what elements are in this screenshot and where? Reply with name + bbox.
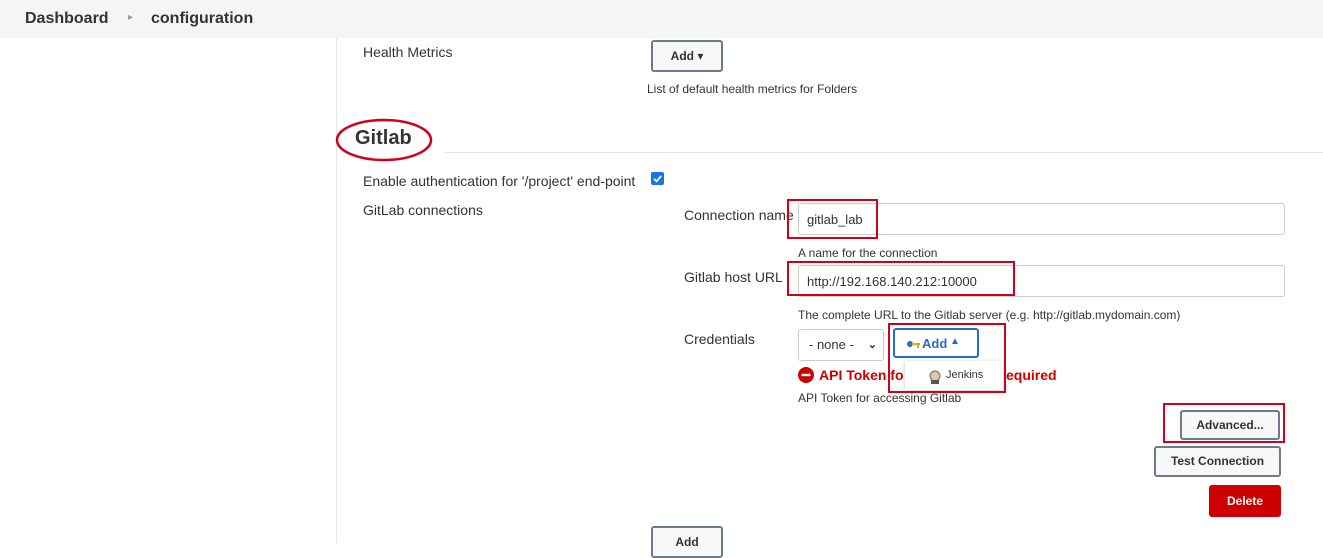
section-divider [444, 152, 1323, 153]
credentials-label: Credentials [684, 331, 755, 347]
enable-auth-label: Enable authentication for '/project' end… [363, 173, 636, 189]
enable-auth-checkbox[interactable] [651, 172, 664, 185]
connection-name-label: Connection name [684, 207, 794, 223]
token-help: API Token for accessing Gitlab [798, 391, 962, 405]
host-url-help: The complete URL to the Gitlab server (e… [798, 308, 1181, 322]
breadcrumb-separator-icon: ▸ [128, 12, 134, 23]
delete-button[interactable]: Delete [1209, 485, 1281, 517]
gitlab-title-annotation-ellipse [335, 118, 433, 162]
sidebar-divider [336, 38, 337, 543]
error-icon [798, 367, 814, 383]
connection-name-help: A name for the connection [798, 246, 938, 260]
advanced-annotation-box [1163, 403, 1285, 443]
health-metrics-label: Health Metrics [363, 44, 453, 60]
chevron-down-icon: ⌄ [867, 339, 877, 351]
credentials-error-text-right: equired [1006, 367, 1057, 383]
credentials-add-annotation-box [888, 323, 1006, 393]
host-url-label: Gitlab host URL [684, 269, 783, 285]
gitlab-connections-label: GitLab connections [363, 202, 483, 218]
health-metrics-help: List of default health metrics for Folde… [647, 82, 858, 96]
host-url-annotation-box [787, 261, 1015, 296]
test-connection-button[interactable]: Test Connection [1154, 446, 1281, 477]
breadcrumb-configuration[interactable]: configuration [151, 10, 253, 28]
add-connection-button[interactable]: Add [651, 526, 723, 558]
credentials-select-value: - none - [809, 337, 854, 352]
credentials-select[interactable]: - none - ⌄ [798, 329, 884, 361]
breadcrumb-dashboard[interactable]: Dashboard [25, 10, 109, 28]
connection-name-annotation-box [787, 199, 878, 239]
health-metrics-add-button[interactable]: Add ▾ [651, 40, 723, 72]
